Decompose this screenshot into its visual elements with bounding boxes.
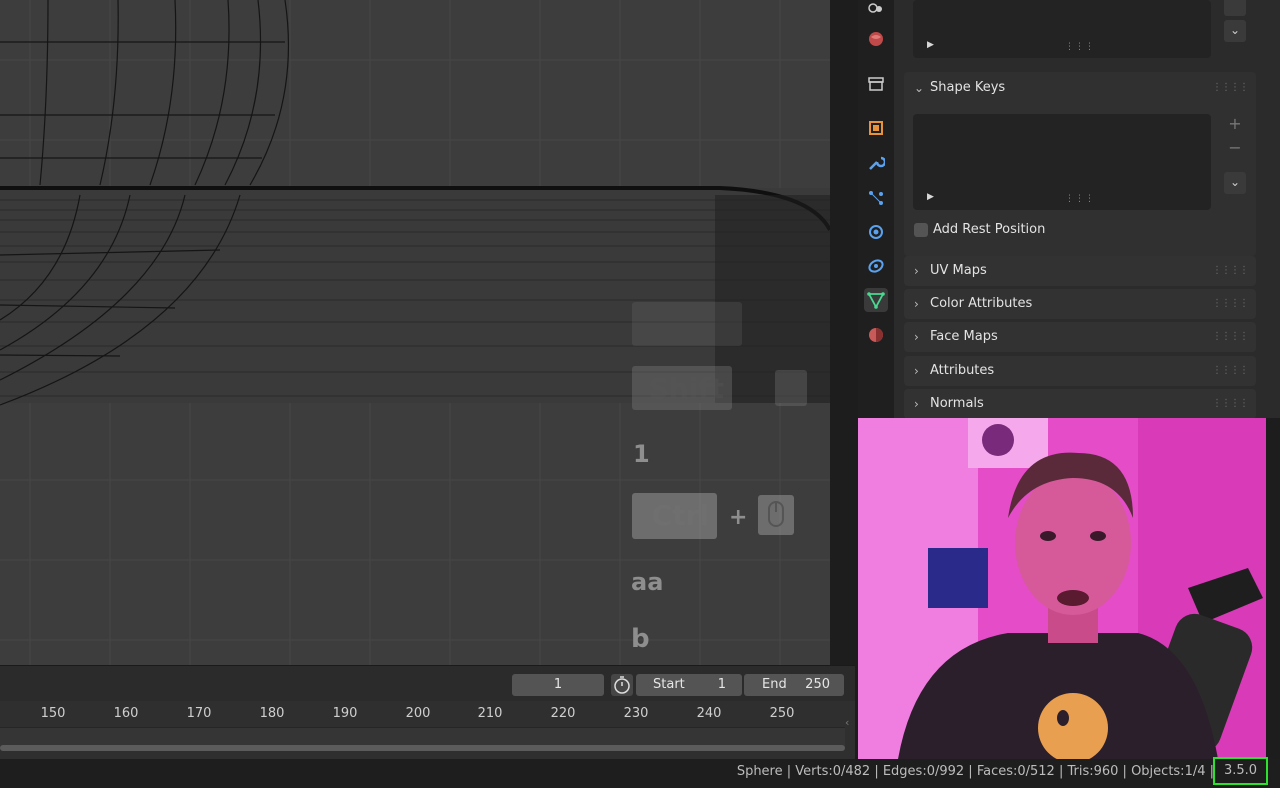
drag-grip-icon[interactable]: ⋮⋮⋮⋮ (1212, 256, 1249, 286)
timeline-track[interactable] (0, 727, 845, 747)
shape-keys-label: Shape Keys (930, 80, 1006, 95)
chevron-right-icon: › (914, 330, 919, 344)
chevron-right-icon: › (914, 297, 919, 311)
vertex-group-menu-chevron-icon[interactable]: ⌄ (1224, 20, 1246, 42)
material-tab-icon[interactable] (864, 323, 888, 347)
add-rest-position-label: Add Rest Position (933, 222, 1046, 237)
drag-grip-icon[interactable]: ⋮⋮⋮⋮ (1212, 356, 1249, 386)
tick-label: 190 (332, 706, 358, 721)
properties-tab-strip (858, 0, 894, 418)
shift-key-label: Shift (648, 372, 724, 405)
webcam-overlay (858, 418, 1266, 759)
end-value: 250 (805, 677, 830, 692)
shape-keys-header[interactable]: ⌄ Shape Keys ⋮⋮⋮⋮ (904, 73, 1256, 103)
panel-label: UV Maps (930, 263, 987, 278)
status-bar: Sphere | Verts:0/482 | Edges:0/992 | Fac… (0, 759, 1280, 788)
end-label: End (762, 677, 787, 692)
tick-label: 210 (477, 706, 503, 721)
drag-grip-icon[interactable]: ⋮⋮⋮⋮ (1212, 289, 1249, 319)
start-value: 1 (717, 677, 726, 692)
constraints-tab-icon[interactable] (864, 254, 888, 278)
modifier-wrench-icon[interactable] (864, 151, 888, 175)
chevron-right-icon: › (914, 264, 919, 278)
tick-label: 200 (405, 706, 431, 721)
end-frame-field[interactable]: End 250 (744, 674, 844, 696)
webcam-presenter-image (858, 418, 1266, 759)
object-tab-icon[interactable] (864, 116, 888, 140)
add-rest-position-checkbox[interactable] (914, 223, 928, 237)
play-triangle-icon[interactable]: ▶ (927, 192, 934, 202)
panel-label: Color Attributes (930, 296, 1033, 311)
scene-statistics: Sphere | Verts:0/482 | Edges:0/992 | Fac… (736, 764, 1214, 779)
chevron-right-icon: › (914, 397, 919, 411)
timeline-collapse-chevron-icon[interactable]: ‹ (845, 716, 849, 729)
key-overlay-faded-top (632, 302, 742, 346)
panel-label: Face Maps (930, 329, 998, 344)
start-label: Start (653, 677, 685, 692)
tick-label: 180 (259, 706, 285, 721)
key-overlay-b: b (631, 624, 650, 654)
chevron-down-icon: ⌄ (914, 81, 925, 95)
timeline-scrollbar[interactable] (0, 745, 845, 751)
drag-grip-icon[interactable]: ⋮⋮⋮⋮ (1212, 322, 1249, 352)
vertex-groups-list[interactable]: ▶ ⋮⋮⋮ (913, 0, 1211, 58)
normals-panel-header[interactable]: › Normals ⋮⋮⋮⋮ (904, 389, 1256, 419)
key-overlay-aa: aa (631, 568, 664, 596)
shape-key-menu-chevron-icon[interactable]: ⌄ (1224, 172, 1246, 194)
panel-label: Attributes (930, 363, 995, 378)
tick-label: 230 (623, 706, 649, 721)
particles-tab-icon[interactable] (864, 186, 888, 210)
play-triangle-icon[interactable]: ▶ (927, 40, 934, 50)
tick-label: 240 (696, 706, 722, 721)
key-overlay-shift: Shift (632, 366, 732, 410)
timeline-header: 1 Start 1 End 250 (0, 665, 855, 701)
panel-label: Normals (930, 396, 984, 411)
face-maps-panel-header[interactable]: › Face Maps ⋮⋮⋮⋮ (904, 322, 1256, 352)
start-frame-field[interactable]: Start 1 (636, 674, 742, 696)
tick-label: 170 (186, 706, 212, 721)
physics-tab-icon[interactable] (864, 220, 888, 244)
uv-maps-panel-header[interactable]: › UV Maps ⋮⋮⋮⋮ (904, 256, 1256, 286)
stopwatch-icon[interactable] (611, 674, 633, 696)
drag-grip-icon[interactable]: ⋮⋮⋮⋮ (1212, 73, 1249, 103)
shape-keys-list[interactable]: ▶ ⋮⋮⋮ (913, 114, 1211, 210)
scene-tab-icon[interactable] (864, 0, 888, 18)
mesh-data-tab-icon[interactable] (864, 288, 888, 312)
shape-key-add-icon[interactable]: + (1224, 114, 1246, 133)
resize-grip-icon[interactable]: ⋮⋮⋮ (1065, 42, 1095, 52)
drag-grip-icon[interactable]: ⋮⋮⋮⋮ (1212, 389, 1249, 419)
shape-key-remove-icon[interactable]: − (1224, 138, 1246, 157)
mouse-icon (758, 495, 794, 535)
tick-label: 150 (40, 706, 66, 721)
3d-viewport[interactable]: Shift 1 Ctrl + aa b (0, 0, 830, 665)
world-tab-icon[interactable] (864, 27, 888, 51)
chevron-right-icon: › (914, 364, 919, 378)
current-frame-field[interactable]: 1 (512, 674, 604, 696)
tick-label: 250 (769, 706, 795, 721)
plus-sign: + (729, 505, 748, 530)
resize-grip-icon[interactable]: ⋮⋮⋮ (1065, 194, 1095, 204)
properties-panel: ▶ ⋮⋮⋮ ⌄ ⌄ Shape Keys ⋮⋮⋮⋮ ▶ ⋮⋮⋮ + − ⌄ Ad… (894, 0, 1280, 419)
ctrl-key-overlay: Ctrl (632, 493, 717, 539)
tick-label: 220 (550, 706, 576, 721)
blender-version: 3.5.0 (1213, 757, 1268, 785)
key-overlay-number: 1 (633, 440, 650, 468)
attributes-panel-header[interactable]: › Attributes ⋮⋮⋮⋮ (904, 356, 1256, 386)
vertex-group-add-button[interactable] (1224, 0, 1246, 16)
color-attributes-panel-header[interactable]: › Color Attributes ⋮⋮⋮⋮ (904, 289, 1256, 319)
mouse-icon-faded (775, 370, 807, 406)
ctrl-key-label: Ctrl (651, 499, 709, 532)
tick-label: 160 (113, 706, 139, 721)
collection-tab-icon[interactable] (864, 72, 888, 96)
